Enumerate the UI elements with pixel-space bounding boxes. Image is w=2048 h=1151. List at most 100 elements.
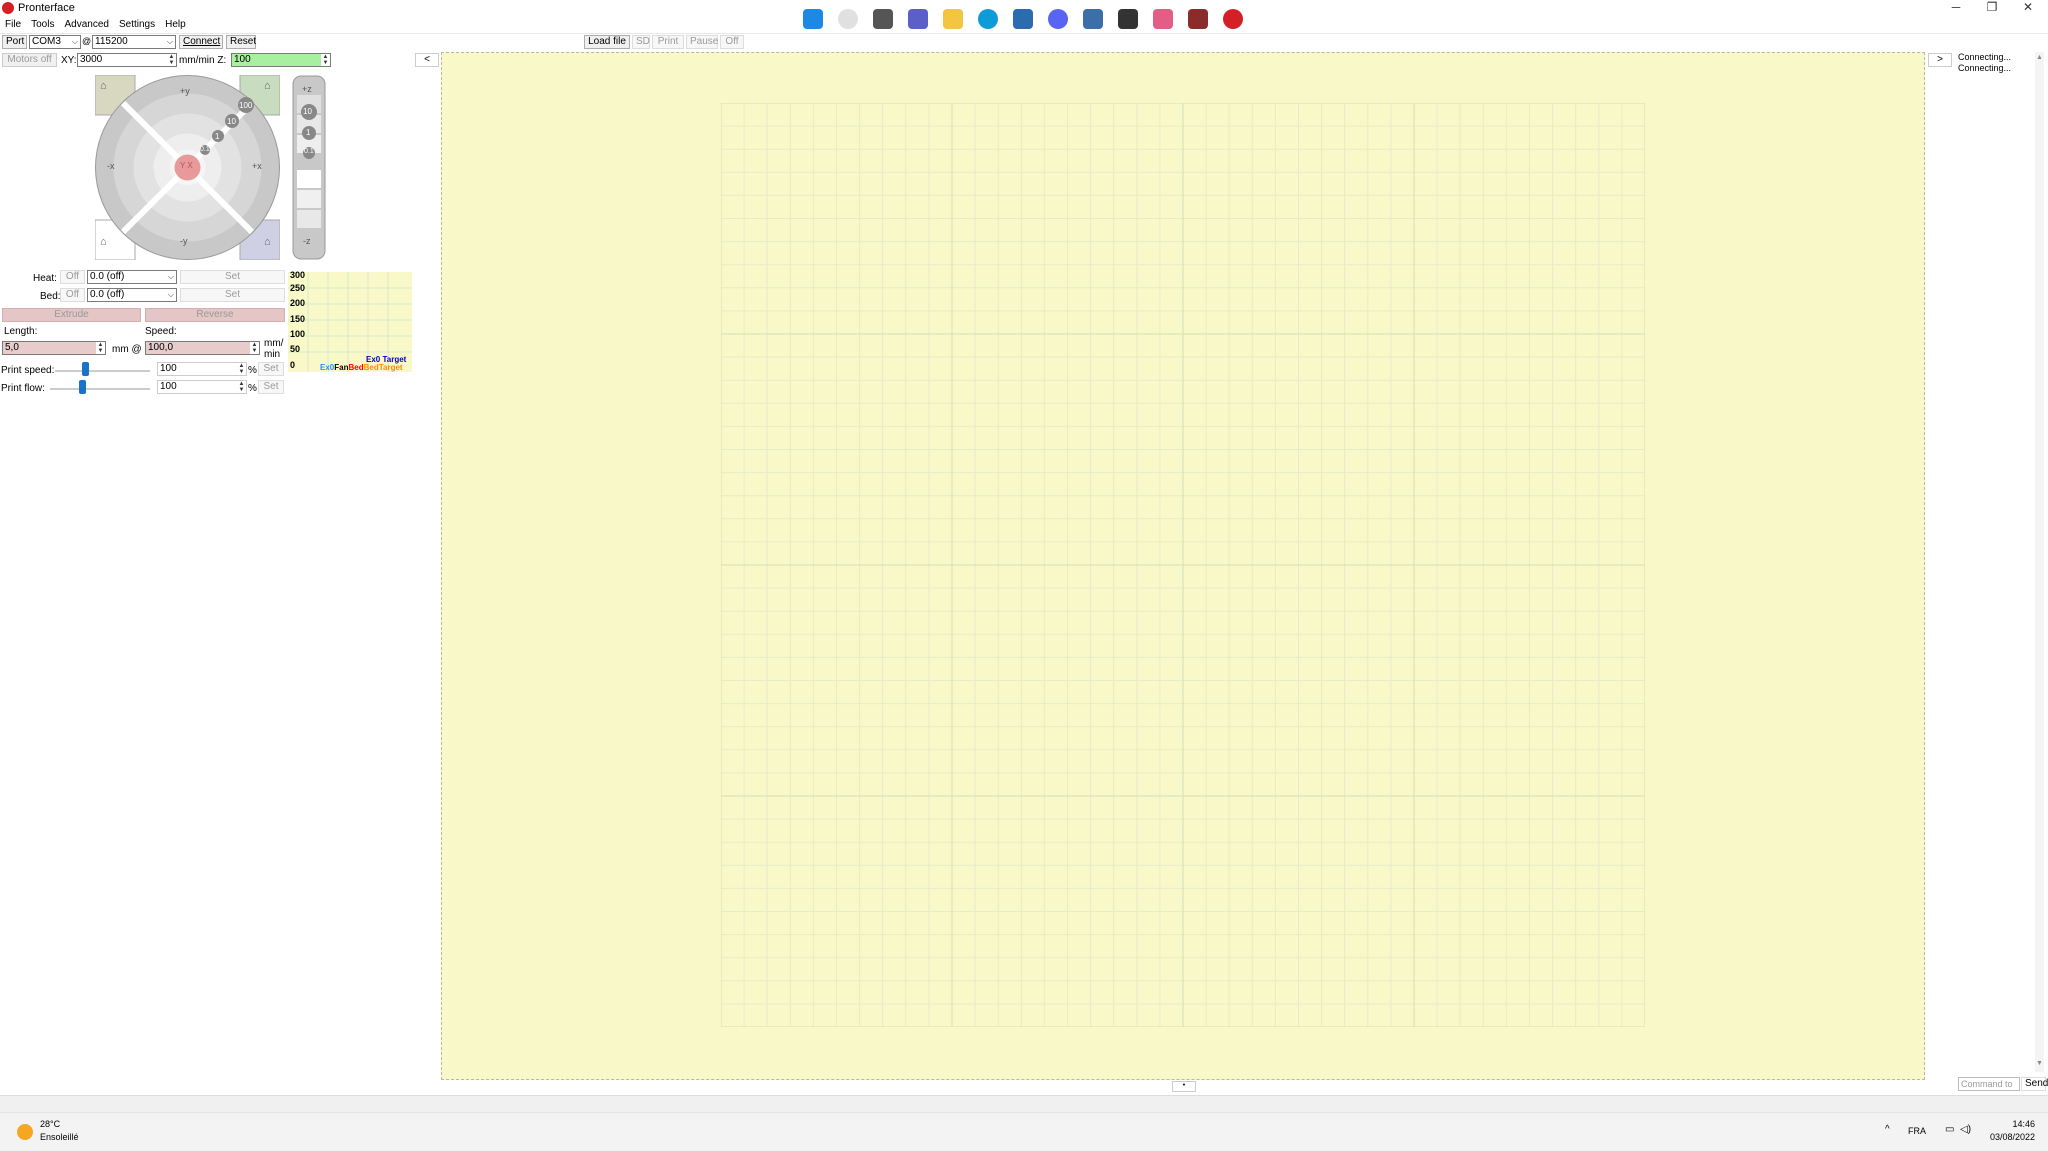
pause-button[interactable]: Pause [686, 35, 718, 49]
xy-feed-input[interactable]: 3000 ▲ ▼ [77, 53, 177, 67]
jog-step-100[interactable]: 100 [239, 101, 252, 110]
clock-date[interactable]: 03/08/2022 [1985, 1132, 2035, 1142]
print-flow-set-button[interactable]: Set [258, 380, 284, 394]
weather-sun-icon[interactable] [17, 1124, 33, 1140]
extrude-button[interactable]: Extrude [2, 308, 141, 322]
graph-ytick-200: 200 [290, 298, 306, 308]
file-explorer-icon[interactable] [943, 9, 963, 29]
z-jog-control[interactable] [292, 75, 326, 260]
bed-off-button[interactable]: Off [60, 288, 85, 302]
archive-app-icon[interactable] [1188, 9, 1208, 29]
sd-button[interactable]: SD [632, 35, 650, 49]
graph-ytick-150: 150 [290, 314, 306, 324]
send-button[interactable]: Send [2021, 1077, 2048, 1091]
app-icon-1[interactable] [1118, 9, 1138, 29]
discord-icon[interactable] [1048, 9, 1068, 29]
print-button[interactable]: Print [652, 35, 684, 49]
menu-file[interactable]: File [0, 18, 26, 32]
store-icon[interactable] [1013, 9, 1033, 29]
menu-help[interactable]: Help [160, 18, 191, 32]
z-feed-input[interactable]: 100 ▲ ▼ [231, 53, 331, 67]
splitter-handle[interactable]: • [1172, 1081, 1196, 1092]
jog-minus-x[interactable]: -x [107, 161, 115, 171]
print-speed-set-button[interactable]: Set [258, 362, 284, 376]
jog-minus-y[interactable]: -y [180, 236, 188, 246]
extrude-speed-unit: mm/min [264, 338, 284, 360]
restore-button[interactable]: ❐ [1974, 0, 2010, 16]
menu-advanced[interactable]: Advanced [59, 18, 113, 32]
graph-legend-item: Ex0 [320, 363, 335, 372]
teams-chat-icon[interactable] [908, 9, 928, 29]
minimize-button[interactable]: ─ [1938, 0, 1974, 16]
print-flow-slider-thumb[interactable] [79, 380, 86, 394]
close-button[interactable]: ✕ [2010, 0, 2046, 16]
temperature-graph: 300 250 200 150 100 50 0 Ex0 Target Ex0F… [288, 270, 412, 372]
command-input[interactable]: Command to [1958, 1077, 2020, 1091]
z-step-1[interactable]: 1 [306, 128, 310, 137]
jog-plus-y[interactable]: +y [180, 86, 190, 96]
task-view-icon[interactable] [873, 9, 893, 29]
weather-desc[interactable]: Ensoleillé [40, 1132, 79, 1142]
volume-icon[interactable]: ◁) [1960, 1124, 1971, 1135]
bed-temp-select[interactable]: 0.0 (off) ⌵ [87, 288, 177, 302]
tray-chevron-icon[interactable]: ^ [1885, 1124, 1890, 1135]
bed-set-button[interactable]: Set [180, 288, 285, 302]
collapse-left-button[interactable]: < [415, 53, 439, 67]
extrude-speed-input[interactable]: 100,0 ▲ ▼ [145, 341, 260, 355]
search-icon[interactable] [838, 9, 858, 29]
collapse-right-button[interactable]: > [1928, 53, 1952, 67]
home-all-icon[interactable]: ⌂ [100, 236, 107, 248]
print-flow-unit: % [248, 383, 257, 394]
language-indicator[interactable]: FRA [1908, 1126, 1926, 1136]
graph-ytick-100: 100 [290, 329, 306, 339]
graph-ytick-50: 50 [290, 344, 301, 354]
connect-button[interactable]: Connect [179, 35, 223, 49]
port-select[interactable]: COM3 ⌵ [29, 35, 81, 49]
pronterface-taskbar-icon[interactable] [1223, 9, 1243, 29]
baud-select[interactable]: 115200 ⌵ [92, 35, 176, 49]
load-file-button[interactable]: Load file [584, 35, 630, 49]
reverse-button[interactable]: Reverse [145, 308, 285, 322]
motors-off-button[interactable]: Motors off [2, 53, 57, 67]
taskbar [0, 1112, 2048, 1151]
network-icon[interactable]: ▭ [1945, 1124, 1954, 1135]
app-icon-2[interactable] [1153, 9, 1173, 29]
port-button[interactable]: Port [2, 35, 27, 49]
menu-tools[interactable]: Tools [26, 18, 59, 32]
heat-off-button[interactable]: Off [60, 270, 85, 284]
heat-temp-select[interactable]: 0.0 (off) ⌵ [87, 270, 177, 284]
clock-time[interactable]: 14:46 [2007, 1119, 2035, 1129]
jog-step-0-1[interactable]: 0.1 [200, 146, 210, 153]
console-scrollbar[interactable] [2035, 52, 2044, 1072]
weather-temp[interactable]: 28°C [40, 1119, 60, 1129]
graph-ytick-0: 0 [290, 360, 296, 370]
mm-at-label: mm @ [112, 344, 142, 355]
print-speed-input[interactable]: 100 ▲ ▼ [157, 362, 247, 376]
home-x-icon[interactable]: ⌂ [100, 80, 107, 92]
feed-unit-label: mm/min Z: [179, 55, 227, 66]
reset-button[interactable]: Reset [226, 35, 256, 49]
jog-plus-z[interactable]: +z [302, 84, 312, 94]
jog-minus-z[interactable]: -z [303, 236, 311, 246]
home-y-icon[interactable]: ⌂ [264, 236, 271, 248]
z-step-10[interactable]: 10 [303, 107, 312, 116]
jog-step-10[interactable]: 10 [227, 117, 236, 126]
print-speed-slider-thumb[interactable] [82, 362, 90, 376]
jog-step-1[interactable]: 1 [215, 132, 219, 141]
photos-icon[interactable] [1083, 9, 1103, 29]
print-flow-input[interactable]: 100 ▲ ▼ [157, 380, 247, 394]
jog-plus-x[interactable]: +x [252, 161, 262, 171]
off-button[interactable]: Off [720, 35, 744, 49]
start-icon[interactable] [803, 9, 823, 29]
scroll-up-icon[interactable]: ▲ [2036, 54, 2043, 61]
scroll-down-icon[interactable]: ▼ [2036, 1060, 2043, 1067]
menu-settings[interactable]: Settings [114, 18, 160, 32]
home-z-icon[interactable]: ⌂ [264, 80, 271, 92]
graph-legend-item: Fan [334, 363, 349, 372]
speed-label: Speed: [145, 326, 177, 337]
edge-browser-icon[interactable] [978, 9, 998, 29]
print-flow-label: Print flow: [1, 383, 45, 394]
extrude-length-input[interactable]: 5,0 ▲ ▼ [2, 341, 106, 355]
heat-set-button[interactable]: Set [180, 270, 285, 284]
z-step-0-1[interactable]: 0.1 [304, 148, 314, 155]
